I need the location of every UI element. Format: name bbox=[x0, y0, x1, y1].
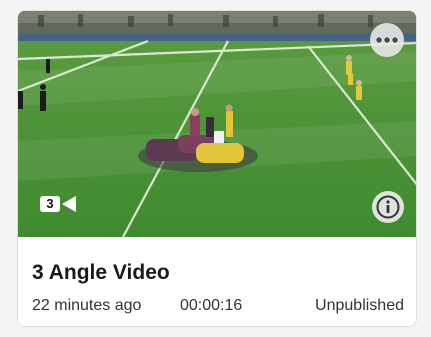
info-icon bbox=[376, 195, 400, 219]
video-camera-icon bbox=[62, 195, 76, 213]
video-meta-row: 22 minutes ago 00:00:16 Unpublished bbox=[32, 296, 404, 316]
video-age: 22 minutes ago bbox=[32, 297, 142, 314]
video-title: 3 Angle Video bbox=[32, 261, 170, 284]
publish-status: Unpublished bbox=[315, 297, 404, 314]
video-thumbnail[interactable]: 3 bbox=[18, 11, 416, 237]
info-button[interactable] bbox=[372, 191, 404, 223]
angle-count: 3 bbox=[40, 196, 60, 212]
camera-angle-badge: 3 bbox=[40, 193, 76, 215]
more-options-icon bbox=[376, 37, 398, 43]
rugby-scrum-image bbox=[18, 11, 416, 237]
video-card[interactable]: 3 3 Angle Video 22 minutes ago 00:00:16 … bbox=[17, 10, 417, 327]
video-duration: 00:00:16 bbox=[180, 297, 243, 314]
more-options-button[interactable] bbox=[370, 23, 404, 57]
